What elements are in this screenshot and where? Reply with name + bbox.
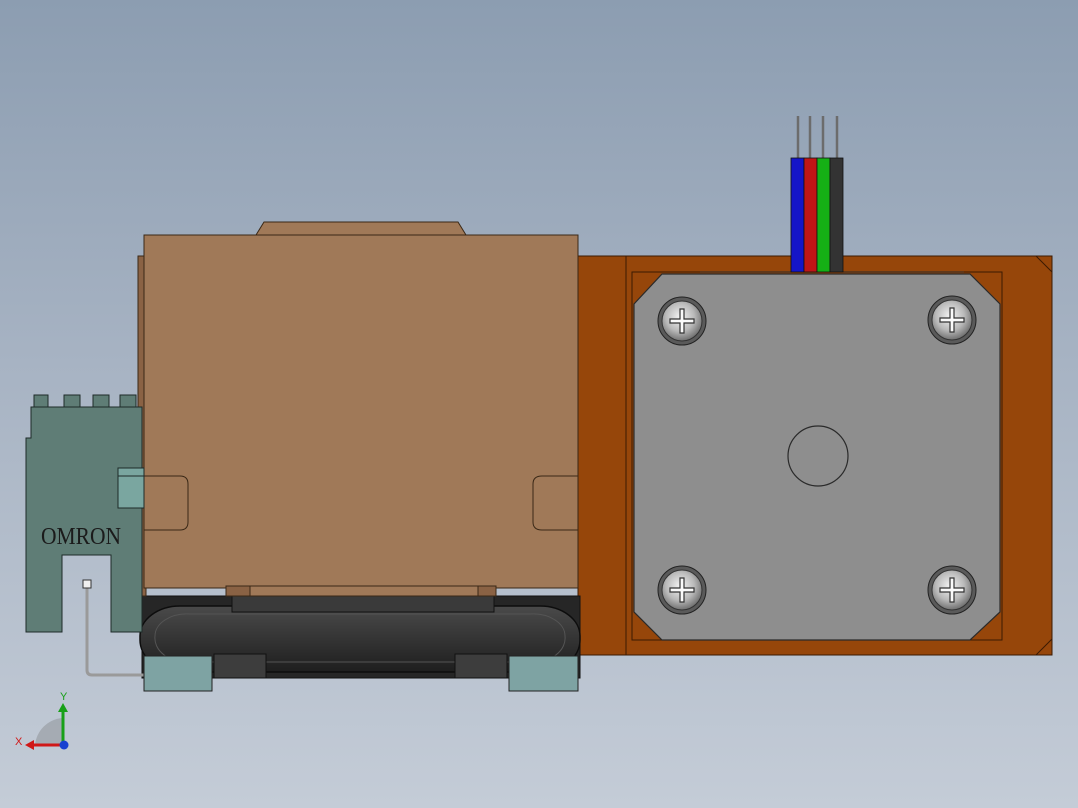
omron-sensor: OMRON xyxy=(25,394,146,677)
y-axis-label: Y xyxy=(60,691,68,703)
wire-black xyxy=(829,157,844,273)
foot-left xyxy=(143,655,213,692)
block-right xyxy=(454,653,508,679)
phillips-screw-icon xyxy=(657,565,707,615)
cad-viewport: OMRON Y X xyxy=(15,116,1053,750)
wire-blue xyxy=(790,157,805,273)
axis-triad: Y X xyxy=(15,691,69,750)
wire-green xyxy=(816,157,831,273)
motor-cable xyxy=(790,116,844,273)
phillips-screw-icon xyxy=(927,565,977,615)
motor-shaft-boss xyxy=(787,425,849,487)
pulley-housing xyxy=(137,221,579,597)
foot-right xyxy=(508,655,579,692)
z-axis-icon xyxy=(59,740,69,750)
phillips-screw-icon xyxy=(927,295,977,345)
wire-red xyxy=(803,157,818,273)
cable-pins xyxy=(796,116,839,160)
phillips-screw-icon xyxy=(657,296,707,346)
x-axis-label: X xyxy=(15,736,23,748)
block-left xyxy=(213,653,267,679)
sensor-brand-label: OMRON xyxy=(41,524,121,550)
